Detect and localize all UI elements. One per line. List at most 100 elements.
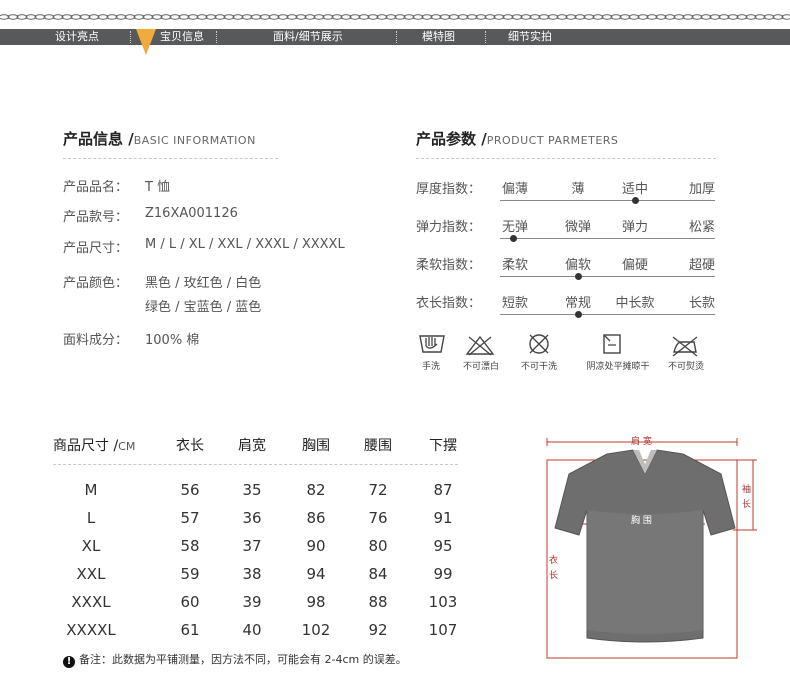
- nav-separator: [396, 31, 397, 43]
- no-iron-icon: [672, 336, 698, 357]
- nav-item-design-highlights[interactable]: 设计亮点: [55, 29, 99, 45]
- info-label: 面料成分：: [63, 333, 129, 348]
- shoulder-width-label: 肩 宽: [631, 437, 652, 447]
- size-table-cell: 37: [242, 537, 262, 555]
- size-table-cell: 90: [306, 537, 326, 555]
- size-table-column-header: 腰围: [364, 438, 392, 454]
- param-option: 偏硬: [621, 258, 648, 273]
- nav-item-product-info[interactable]: 宝贝信息: [160, 29, 204, 45]
- tshirt-measurement-diagram: [546, 438, 757, 659]
- size-table-column-header: 肩宽: [238, 438, 266, 454]
- product-params-title: 产品参数 /PRODUCT PARMETERS: [416, 130, 619, 148]
- sleeve-length-label: 长: [742, 500, 752, 510]
- size-table-cell: 102: [301, 621, 331, 639]
- size-table-cell: 58: [180, 537, 200, 555]
- info-label: 产品品名：: [63, 180, 129, 195]
- nav-item-detail-photos[interactable]: 细节实拍: [508, 29, 552, 45]
- param-option: 中长款: [615, 296, 655, 311]
- size-table-cell: 56: [180, 481, 200, 499]
- care-caption: 不可干洗: [520, 362, 557, 372]
- size-table-cell: 88: [368, 593, 388, 611]
- size-table-cell: 59: [180, 565, 200, 583]
- param-option: 适中: [621, 182, 648, 197]
- param-indicator-dot: [510, 235, 517, 242]
- care-caption: 阴凉处平摊晾干: [586, 362, 650, 372]
- size-table-cell: 72: [368, 481, 388, 499]
- param-option: 超硬: [688, 258, 715, 273]
- info-value-sizes: M / L / XL / XXL / XXXL / XXXXL: [145, 237, 345, 252]
- size-table-cell: 86: [306, 509, 326, 527]
- size-table-cell: 35: [242, 481, 262, 499]
- size-table-cell: 39: [242, 593, 262, 611]
- nav-item-fabric-details[interactable]: 面料/细节展示: [273, 29, 343, 45]
- info-value-model: Z16XA001126: [145, 206, 238, 221]
- size-table-cell: 103: [428, 593, 458, 611]
- param-option: 无弹: [501, 220, 528, 235]
- size-table-cell: 60: [180, 593, 200, 611]
- size-table-cell: 92: [368, 621, 388, 639]
- product-info-title: 产品信息 /BASIC INFORMATION: [63, 130, 256, 148]
- divider: [53, 464, 458, 465]
- param-label: 厚度指数：: [416, 182, 482, 197]
- nav-separator: [216, 31, 217, 43]
- info-value-material: 100% 棉: [145, 333, 200, 348]
- dry-flat-shade-icon: [603, 334, 621, 354]
- care-caption: 不可熨烫: [667, 362, 704, 372]
- body-length-label: 衣: [549, 556, 559, 566]
- size-table-cell: 82: [306, 481, 326, 499]
- param-indicator-dot: [574, 311, 582, 318]
- param-option: 加厚: [688, 182, 715, 197]
- divider: [416, 158, 716, 159]
- warning-icon: !: [63, 656, 75, 668]
- decorative-chain-border: [0, 14, 790, 20]
- param-indicator-dot: [574, 273, 582, 280]
- param-scale-line: [500, 200, 715, 201]
- size-table-column-header: 胸围: [302, 438, 330, 454]
- info-value-colors-line2: 绿色 / 宝蓝色 / 蓝色: [145, 300, 262, 315]
- param-option: 弹力: [621, 220, 648, 235]
- measurement-note: ! 备注：此数据为平铺测量，因方法不同，可能会有 2-4cm 的误差。: [63, 651, 407, 668]
- param-label: 衣长指数：: [416, 296, 482, 311]
- size-table-cell: 94: [306, 565, 326, 583]
- divider: [63, 158, 278, 159]
- param-option: 长款: [688, 296, 715, 311]
- size-table-size-cell: XXXL: [71, 593, 111, 611]
- size-table-cell: 87: [433, 481, 453, 499]
- hand-wash-icon: [419, 335, 445, 353]
- size-table-title: 商品尺寸 /CM: [53, 438, 136, 454]
- info-value-name: T 恤: [145, 180, 171, 195]
- size-table-cell: 36: [242, 509, 262, 527]
- param-indicator-dot: [631, 197, 639, 204]
- size-table-size-cell: XL: [81, 537, 101, 555]
- size-table-size-cell: L: [86, 509, 96, 527]
- info-label: 产品颜色：: [63, 276, 129, 291]
- info-value-colors: 黑色 / 玫红色 / 白色: [145, 276, 262, 291]
- param-scale-line: [500, 238, 715, 239]
- size-table-size-cell: M: [84, 481, 98, 499]
- size-table-cell: 61: [180, 621, 200, 639]
- size-table-size-cell: XXL: [76, 565, 106, 583]
- size-table-cell: 95: [433, 537, 453, 555]
- chest-label: 胸 围: [631, 516, 652, 526]
- nav-item-model-photos[interactable]: 模特图: [422, 29, 455, 45]
- no-bleach-icon: [465, 335, 495, 356]
- active-tab-marker-icon: [136, 29, 156, 55]
- size-table-cell: 98: [306, 593, 326, 611]
- sleeve-length-label: 袖: [742, 485, 752, 495]
- size-table-cell: 38: [242, 565, 262, 583]
- param-option: 松紧: [688, 220, 715, 235]
- size-table-column-header: 下摆: [429, 438, 457, 454]
- size-table-cell: 91: [433, 509, 453, 527]
- param-option: 柔软: [501, 258, 528, 273]
- size-table-cell: 57: [180, 509, 200, 527]
- param-label: 弹力指数：: [416, 220, 482, 235]
- info-label: 产品尺寸：: [63, 241, 129, 256]
- info-label: 产品款号：: [63, 210, 129, 225]
- param-scale-line: [500, 314, 715, 315]
- size-table-cell: 76: [368, 509, 388, 527]
- no-dry-clean-icon: [529, 334, 549, 354]
- param-option: 偏薄: [501, 182, 528, 197]
- body-length-label: 长: [549, 571, 559, 581]
- size-table-column-header: 衣长: [176, 438, 204, 454]
- section-nav-bar: 设计亮点 宝贝信息 面料/细节展示 模特图 细节实拍: [0, 29, 790, 45]
